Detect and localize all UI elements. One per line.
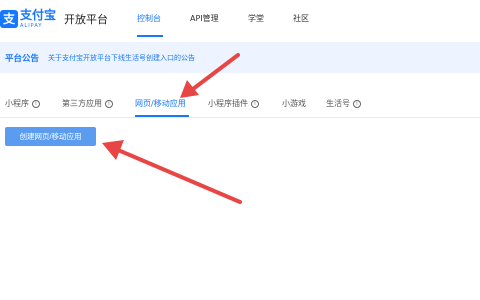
alipay-logo-icon[interactable]: 支: [0, 10, 18, 28]
platform-title: 开放平台: [64, 13, 108, 26]
tab-life-account[interactable]: 生活号 i: [326, 98, 361, 109]
tab-label: 小程序: [5, 99, 29, 108]
logo-text-en: ALIPAY: [20, 23, 43, 29]
tab-label: 网页/移动应用: [135, 99, 186, 108]
tab-label: 生活号: [326, 99, 350, 108]
info-icon[interactable]: i: [105, 99, 113, 108]
tab-mini-game[interactable]: 小游戏: [282, 98, 306, 109]
tab-web-mobile-app[interactable]: 网页/移动应用: [135, 98, 186, 109]
create-web-mobile-app-button[interactable]: 创建网页/移动应用: [5, 127, 96, 146]
tab-third-party-app[interactable]: 第三方应用 i: [62, 98, 113, 109]
nav-console[interactable]: 控制台: [137, 13, 161, 24]
info-icon[interactable]: i: [353, 99, 361, 108]
tab-label: 小游戏: [282, 99, 306, 108]
info-icon[interactable]: i: [32, 99, 40, 108]
tab-mini-program-plugin[interactable]: 小程序插件 i: [208, 98, 259, 109]
arrow-to-button: [102, 140, 242, 204]
tab-divider: [0, 117, 480, 118]
nav-academy[interactable]: 学堂: [248, 13, 264, 24]
tab-label: 第三方应用: [62, 99, 102, 108]
nav-api-management[interactable]: API管理: [190, 13, 219, 24]
tab-label: 小程序插件: [208, 99, 248, 108]
info-icon[interactable]: i: [251, 99, 259, 108]
logo-glyph: 支: [2, 12, 15, 26]
logo-text-cn: 支付宝: [20, 8, 57, 22]
notice-link[interactable]: 关于支付宝开放平台下线生活号创建入口的公告: [48, 53, 195, 63]
notice-label: 平台公告: [5, 54, 40, 64]
tab-mini-program[interactable]: 小程序 i: [5, 98, 40, 109]
top-header: 支 支付宝 ALIPAY 开放平台 控制台 API管理 学堂 社区: [0, 0, 480, 38]
nav-community[interactable]: 社区: [293, 13, 309, 24]
nav-active-indicator: [137, 35, 163, 37]
